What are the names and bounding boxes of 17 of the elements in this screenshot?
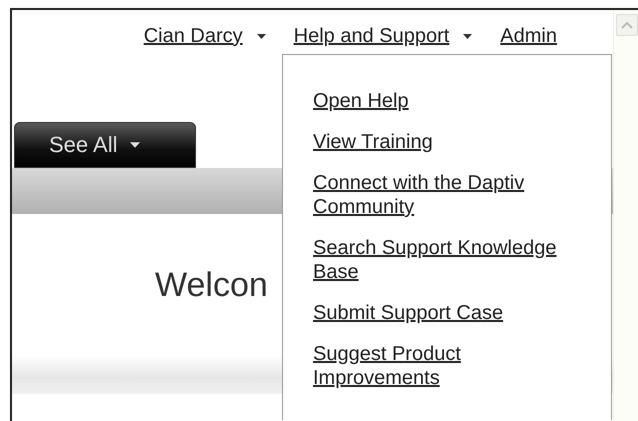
nav-link[interactable]: Cian Darcy bbox=[144, 24, 243, 48]
menu-link[interactable]: Submit Support Case bbox=[313, 301, 504, 325]
chevron-up-icon bbox=[621, 21, 633, 29]
menu-link[interactable]: Search Support Knowledge Base bbox=[313, 236, 589, 284]
scroll-up-button[interactable] bbox=[616, 14, 638, 36]
menu-link[interactable]: Connect with the Daptiv Community bbox=[313, 171, 589, 219]
nav-link[interactable]: Help and Support bbox=[294, 24, 450, 48]
menu-link[interactable]: Open Help bbox=[313, 89, 409, 113]
menu-link[interactable]: Suggest Product Improvements bbox=[313, 342, 589, 390]
see-all-tab[interactable]: See All bbox=[14, 122, 196, 168]
caret-icon bbox=[130, 142, 140, 148]
scrollbar[interactable] bbox=[613, 10, 638, 421]
welcome-heading: Welcon bbox=[155, 266, 268, 305]
menu-link[interactable]: View Training bbox=[313, 130, 433, 154]
nav-link[interactable]: Admin bbox=[500, 24, 557, 48]
caret-icon bbox=[256, 34, 266, 38]
caret-icon bbox=[463, 34, 472, 38]
